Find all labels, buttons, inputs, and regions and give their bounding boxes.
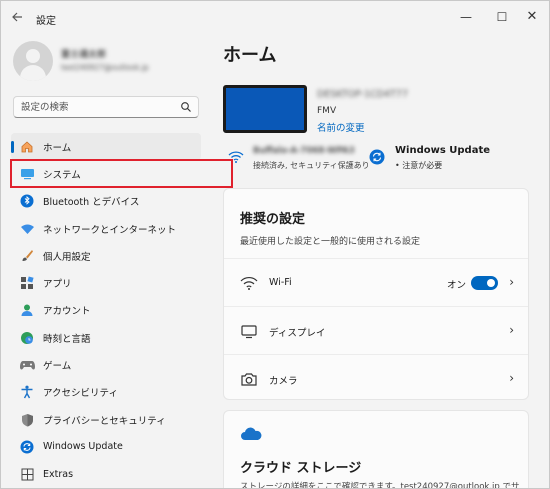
back-button[interactable] bbox=[11, 11, 27, 25]
sidebar-item-network[interactable]: ネットワークとインターネット bbox=[11, 215, 201, 242]
brush-icon bbox=[19, 248, 35, 264]
account-icon bbox=[19, 302, 35, 318]
network-icon bbox=[19, 221, 35, 237]
sidebar-item-extras[interactable]: Extras bbox=[11, 461, 201, 488]
settings-window: 設定 — ☐ ✕ 富士通太郎 test240927@outlook.jp ホーム bbox=[0, 0, 550, 489]
apps-icon bbox=[19, 275, 35, 291]
device-model: FMV bbox=[317, 106, 337, 116]
wifi-status-icon bbox=[228, 151, 244, 163]
recommended-row-camera[interactable]: カメラ › bbox=[224, 354, 528, 402]
minimize-button[interactable]: — bbox=[451, 6, 481, 28]
wifi-icon bbox=[240, 277, 258, 290]
profile-name: 富士通太郎 bbox=[61, 50, 107, 60]
row-label: ディスプレイ bbox=[269, 328, 326, 339]
device-image bbox=[223, 85, 307, 133]
sidebar-item-accounts[interactable]: アカウント bbox=[11, 297, 201, 324]
time-language-icon bbox=[19, 330, 35, 346]
sidebar-item-label: Extras bbox=[43, 468, 74, 480]
maximize-button[interactable]: ☐ bbox=[487, 6, 517, 28]
camera-icon bbox=[241, 373, 257, 386]
row-label: Wi-Fi bbox=[269, 277, 292, 288]
windows-update-status-icon[interactable] bbox=[369, 149, 385, 165]
title-bar: 設定 — ☐ ✕ bbox=[1, 1, 549, 35]
sidebar-item-privacy[interactable]: プライバシーとセキュリティ bbox=[11, 406, 201, 433]
shield-icon bbox=[19, 412, 35, 428]
sidebar-item-label: Bluetooth とデバイス bbox=[43, 197, 140, 209]
row-label: カメラ bbox=[269, 376, 298, 387]
close-button[interactable]: ✕ bbox=[517, 6, 547, 28]
search-icon[interactable] bbox=[180, 101, 192, 113]
recommended-row-wifi[interactable]: Wi-Fi オン › bbox=[224, 258, 528, 306]
chevron-right-icon[interactable]: › bbox=[509, 323, 514, 337]
recommended-settings-card: 推奨の設定 最近使用した設定と一般的に使用される設定 Wi-Fi オン › ディ… bbox=[223, 188, 529, 400]
sidebar-item-label: プライバシーとセキュリティ bbox=[43, 415, 166, 427]
sidebar-item-label: 個人用設定 bbox=[43, 251, 91, 263]
cloud-storage-title: クラウド ストレージ bbox=[240, 461, 362, 476]
home-icon bbox=[19, 139, 35, 155]
wifi-toggle-label: オン bbox=[447, 280, 467, 291]
bluetooth-icon bbox=[19, 193, 35, 209]
cloud-storage-subtitle: ストレージの詳細をここで確認できます。test240927@outlook.jp… bbox=[240, 482, 520, 489]
sidebar-item-accessibility[interactable]: アクセシビリティ bbox=[11, 379, 201, 406]
accessibility-icon bbox=[19, 384, 35, 400]
search-box bbox=[13, 96, 199, 118]
chevron-right-icon[interactable]: › bbox=[509, 275, 514, 289]
back-arrow-icon bbox=[12, 12, 22, 22]
sidebar-item-label: ホーム bbox=[43, 142, 72, 154]
recommended-subtitle: 最近使用した設定と一般的に使用される設定 bbox=[240, 237, 421, 247]
gamepad-icon bbox=[19, 357, 35, 373]
sidebar-item-label: 時刻と言語 bbox=[43, 333, 91, 345]
recommended-row-display[interactable]: ディスプレイ › bbox=[224, 306, 528, 354]
cloud-storage-card[interactable]: クラウド ストレージ ストレージの詳細をここで確認できます。test240927… bbox=[223, 410, 529, 489]
search-input[interactable] bbox=[21, 100, 181, 114]
windows-update-status: • 注意が必要 bbox=[395, 161, 443, 170]
recommended-title: 推奨の設定 bbox=[240, 212, 306, 227]
display-icon bbox=[241, 325, 257, 339]
sidebar-item-home[interactable]: ホーム bbox=[11, 133, 201, 161]
wifi-toggle[interactable] bbox=[471, 276, 498, 290]
app-title: 設定 bbox=[36, 16, 56, 27]
cloud-icon bbox=[241, 427, 262, 440]
network-status: 接続済み, セキュリティ保護あり bbox=[253, 161, 370, 170]
page-title: ホーム bbox=[223, 45, 277, 66]
sidebar-item-label: ゲーム bbox=[43, 361, 72, 373]
network-name: Buffalo-A-7068-WPA3 bbox=[253, 146, 355, 156]
extras-icon bbox=[19, 466, 35, 482]
sidebar-item-personalization[interactable]: 個人用設定 bbox=[11, 242, 201, 269]
windows-update-icon bbox=[19, 439, 35, 455]
sidebar-item-label: アクセシビリティ bbox=[43, 388, 118, 400]
sidebar-item-label: Windows Update bbox=[43, 441, 123, 453]
windows-update-title[interactable]: Windows Update bbox=[395, 145, 490, 156]
sidebar-item-gaming[interactable]: ゲーム bbox=[11, 351, 201, 378]
sidebar-item-time-language[interactable]: 時刻と言語 bbox=[11, 324, 201, 351]
device-name: DESKTOP-1CD4T77 bbox=[317, 89, 408, 100]
sidebar-item-label: ネットワークとインターネット bbox=[43, 224, 177, 236]
chevron-right-icon[interactable]: › bbox=[509, 371, 514, 385]
highlight-box bbox=[10, 159, 233, 188]
avatar[interactable] bbox=[13, 41, 53, 81]
sidebar-item-apps[interactable]: アプリ bbox=[11, 269, 201, 296]
sidebar-item-bluetooth[interactable]: Bluetooth とデバイス bbox=[11, 188, 201, 215]
sidebar-item-label: アプリ bbox=[43, 279, 72, 291]
rename-link[interactable]: 名前の変更 bbox=[317, 120, 365, 134]
profile-email: test240927@outlook.jp bbox=[61, 63, 149, 72]
sidebar-item-label: アカウント bbox=[43, 306, 91, 318]
sidebar-item-windows-update[interactable]: Windows Update bbox=[11, 433, 201, 460]
